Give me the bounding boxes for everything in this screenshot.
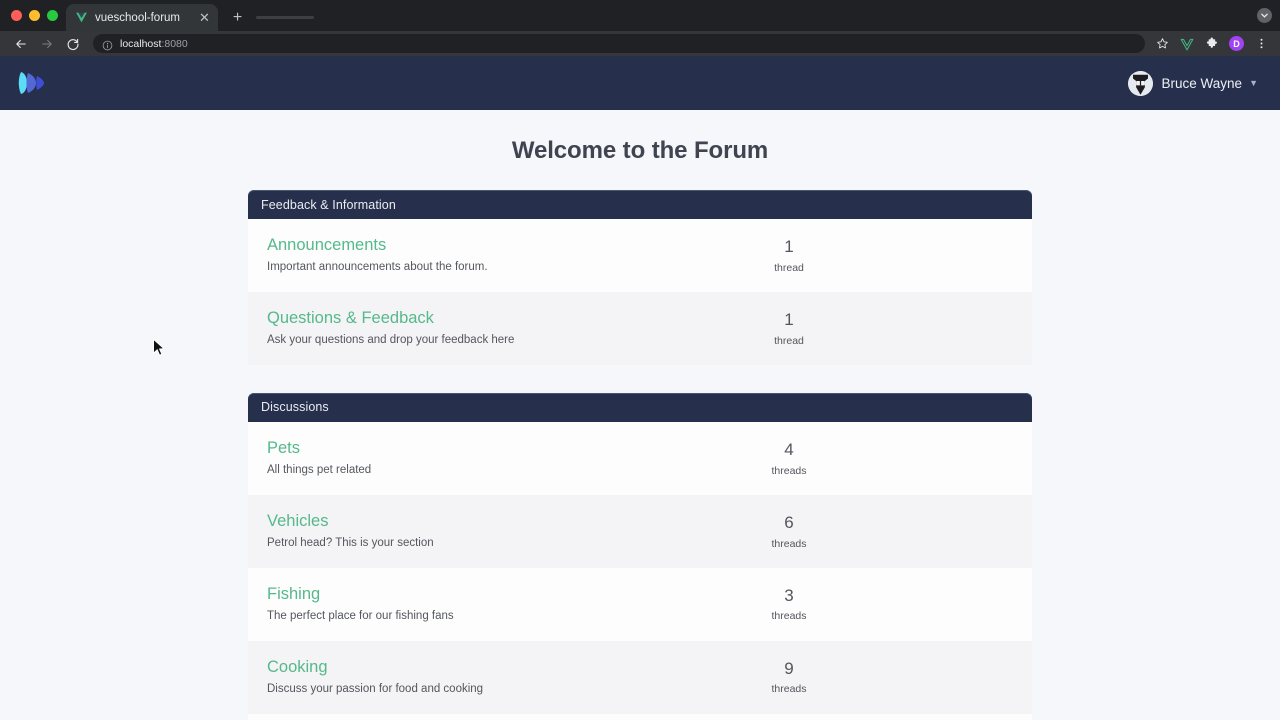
forum-info: Questions & Feedback Ask your questions … — [267, 309, 714, 348]
address-bar-port: :8080 — [161, 37, 188, 50]
thread-count-label: thread — [774, 261, 804, 274]
forum-row-pets[interactable]: Pets All things pet related 4 threads — [248, 421, 1032, 495]
window-close-dot[interactable] — [11, 10, 22, 21]
thread-count-label: threads — [771, 683, 807, 696]
forum-thread-count: 1 thread — [714, 309, 864, 347]
arrow-back-icon[interactable] — [8, 33, 34, 55]
forum-thread-count: 1 thread — [714, 236, 864, 274]
forum-info: Vehicles Petrol head? This is your secti… — [267, 512, 714, 551]
page-title: Welcome to the Forum — [511, 137, 769, 164]
browser-tab[interactable]: vueschool-forum ✕ — [66, 4, 218, 31]
page-body: Welcome to the Forum Feedback & Informat… — [0, 110, 1280, 720]
address-bar-url: localhost:8080 — [120, 38, 188, 50]
window-minimize-dot[interactable] — [29, 10, 40, 21]
forum-row-fishing[interactable]: Fishing The perfect place for our fishin… — [248, 567, 1032, 641]
plus-icon[interactable]: + — [225, 5, 250, 30]
star-icon[interactable] — [1151, 33, 1173, 55]
thread-count-number: 6 — [784, 512, 794, 532]
browser-toolbar: localhost:8080 D — [0, 31, 1280, 56]
browser-tab-title: vueschool-forum — [95, 11, 181, 24]
window-maximize-dot[interactable] — [47, 10, 58, 21]
forum-info: Cooking Discuss your passion for food an… — [267, 658, 714, 697]
forum-row-miscellaneous[interactable]: Miscellaneous The forum for anything no … — [248, 713, 1032, 720]
forum-thread-count: 9 threads — [714, 658, 864, 696]
forum-description: Discuss your passion for food and cookin… — [267, 682, 484, 695]
forum-description: All things pet related — [267, 463, 372, 476]
category-header: Discussions — [248, 392, 1032, 422]
forum-link[interactable]: Cooking — [267, 658, 328, 677]
forum-row-cooking[interactable]: Cooking Discuss your passion for food an… — [248, 640, 1032, 714]
category-title: Feedback & Information — [261, 197, 396, 212]
arrow-forward-icon — [34, 33, 60, 55]
mouse-cursor — [152, 338, 166, 358]
thread-count-label: threads — [771, 464, 807, 477]
forum-thread-count: 6 threads — [714, 512, 864, 550]
tabstrip-filler — [256, 16, 314, 19]
address-bar-host: localhost — [120, 37, 162, 50]
forum-link[interactable]: Announcements — [267, 236, 386, 255]
forum-description: Ask your questions and drop your feedbac… — [267, 333, 515, 346]
thread-count-number: 1 — [784, 309, 794, 329]
close-icon[interactable]: ✕ — [197, 10, 212, 25]
forum-row-vehicles[interactable]: Vehicles Petrol head? This is your secti… — [248, 494, 1032, 568]
vue-devtools-icon[interactable] — [1176, 33, 1198, 55]
forum-row-questions-feedback[interactable]: Questions & Feedback Ask your questions … — [248, 291, 1032, 365]
forum-link[interactable]: Vehicles — [267, 512, 328, 531]
thread-count-number: 9 — [784, 658, 794, 678]
forum-thread-count: 3 threads — [714, 585, 864, 623]
caret-down-circle-icon[interactable] — [1257, 8, 1272, 23]
forum-thread-count: 4 threads — [714, 439, 864, 477]
category-header: Feedback & Information — [248, 190, 1032, 219]
thread-count-label: threads — [771, 610, 807, 623]
info-circle-icon[interactable] — [102, 38, 113, 51]
avatar — [1127, 70, 1153, 96]
browser-tabstrip: vueschool-forum ✕ + — [0, 0, 1280, 31]
thread-count-number: 1 — [784, 237, 794, 256]
forum-description: Important announcements about the forum. — [267, 261, 488, 273]
forum-description: Petrol head? This is your section — [267, 536, 434, 549]
forum-link[interactable]: Fishing — [267, 585, 320, 604]
browser-chrome: vueschool-forum ✕ + localhost:8080 D — [0, 0, 1280, 56]
window-traffic-lights — [11, 10, 58, 21]
browser-toolbar-actions: D — [1151, 33, 1272, 55]
forum-row-announcements[interactable]: Announcements Important announcements ab… — [248, 219, 1032, 292]
browser-profile-avatar[interactable]: D — [1229, 36, 1244, 51]
forum-info: Pets All things pet related — [267, 439, 714, 478]
forum-info: Announcements Important announcements ab… — [267, 236, 714, 275]
vueschool-logo-icon[interactable] — [12, 66, 56, 100]
address-bar[interactable]: localhost:8080 — [93, 34, 1145, 53]
category-list: Feedback & Information Announcements Imp… — [248, 165, 1032, 720]
vue-logo-icon — [75, 11, 88, 24]
chevron-down-icon[interactable]: ▼ — [1249, 78, 1258, 88]
category-feedback-information: Feedback & Information Announcements Imp… — [248, 190, 1032, 365]
app-header: Bruce Wayne ▼ — [0, 56, 1280, 110]
thread-count-label: threads — [771, 537, 807, 550]
three-dot-menu-icon[interactable] — [1250, 33, 1272, 55]
user-name: Bruce Wayne — [1161, 75, 1243, 91]
thread-count-number: 3 — [784, 585, 794, 605]
user-menu[interactable]: Bruce Wayne ▼ — [1127, 70, 1258, 96]
reload-icon[interactable] — [60, 33, 86, 55]
forum-description: The perfect place for our fishing fans — [267, 609, 454, 622]
thread-count-label: thread — [774, 334, 804, 347]
forum-link[interactable]: Pets — [267, 439, 300, 458]
category-title: Discussions — [261, 400, 329, 415]
category-discussions: Discussions Pets All things pet related … — [248, 392, 1032, 720]
forum-info: Fishing The perfect place for our fishin… — [267, 585, 714, 624]
forum-link[interactable]: Questions & Feedback — [267, 309, 434, 328]
thread-count-number: 4 — [784, 439, 794, 459]
puzzle-piece-icon[interactable] — [1201, 33, 1223, 55]
